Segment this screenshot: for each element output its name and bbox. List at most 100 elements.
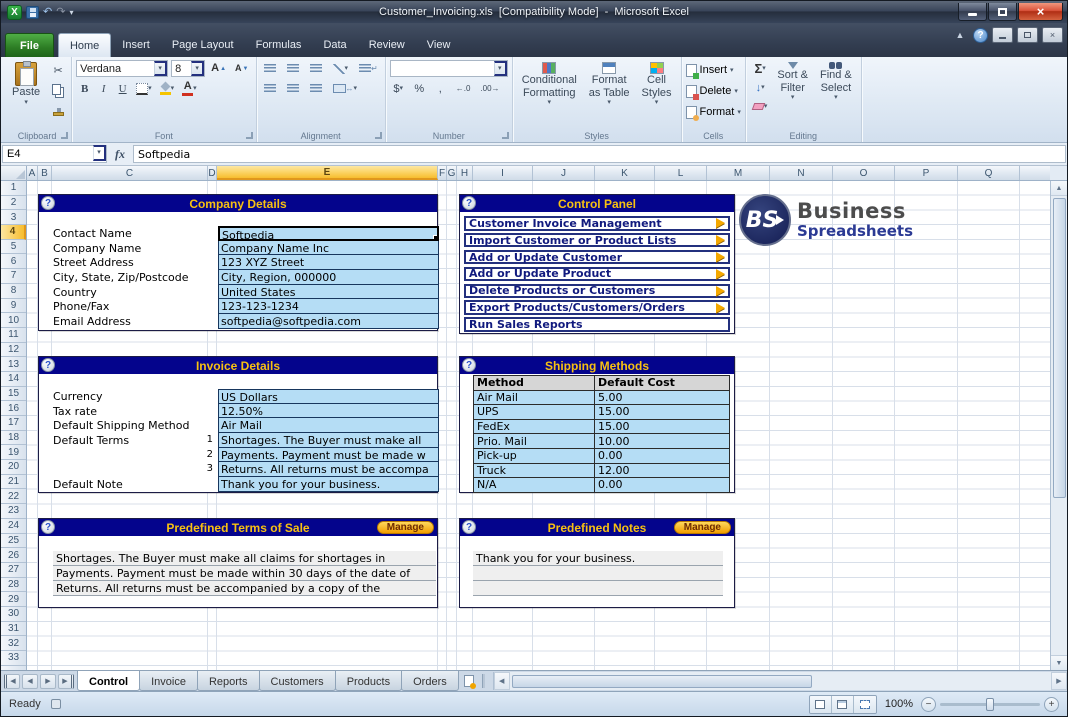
- shrink-font-button[interactable]: A ▼: [232, 60, 251, 77]
- page-break-view-button[interactable]: [853, 695, 876, 713]
- column-header-J[interactable]: J: [533, 166, 595, 180]
- row-header-30[interactable]: 30: [1, 607, 26, 622]
- column-header-M[interactable]: M: [707, 166, 770, 180]
- zoom-slider-thumb[interactable]: [986, 697, 994, 711]
- control-button[interactable]: Customer Invoice Management: [464, 216, 730, 231]
- tab-file[interactable]: File: [5, 33, 54, 57]
- column-header-N[interactable]: N: [770, 166, 833, 180]
- method-cell[interactable]: Air Mail: [473, 389, 595, 406]
- vertical-scroll-thumb[interactable]: [1052, 198, 1066, 498]
- row-header-29[interactable]: 29: [1, 592, 26, 607]
- row-header-4[interactable]: 4: [1, 225, 26, 240]
- row-header-14[interactable]: 14: [1, 372, 26, 387]
- row-header-31[interactable]: 31: [1, 622, 26, 637]
- method-cell[interactable]: N/A: [473, 477, 595, 493]
- tab-data[interactable]: Data: [312, 33, 357, 57]
- first-sheet-icon[interactable]: ◀: [4, 673, 20, 689]
- column-header-I[interactable]: I: [473, 166, 533, 180]
- column-header-C[interactable]: C: [52, 166, 208, 180]
- column-header-B[interactable]: B: [38, 166, 52, 180]
- scroll-right-icon[interactable]: ▶: [1051, 672, 1067, 690]
- column-header-E[interactable]: E: [217, 166, 438, 180]
- cost-cell[interactable]: 12.00: [594, 462, 730, 479]
- row-header-21[interactable]: 21: [1, 475, 26, 490]
- tab-page-layout[interactable]: Page Layout: [161, 33, 245, 57]
- row-header-17[interactable]: 17: [1, 416, 26, 431]
- tab-split-handle[interactable]: [481, 674, 489, 688]
- zoom-out-button[interactable]: −: [921, 696, 936, 712]
- row-header-3[interactable]: 3: [1, 210, 26, 226]
- conditional-formatting-button[interactable]: Conditional Formatting ▾: [517, 60, 582, 108]
- clear-button[interactable]: ▾: [750, 98, 771, 115]
- cost-cell[interactable]: 0.00: [594, 447, 730, 464]
- merge-center-button[interactable]: ↔ ▾: [330, 80, 361, 97]
- note-line[interactable]: [473, 581, 723, 596]
- column-header-Q[interactable]: Q: [958, 166, 1020, 180]
- copy-button[interactable]: [49, 82, 67, 99]
- row-header-28[interactable]: 28: [1, 578, 26, 593]
- customize-qat-icon[interactable]: ▾: [69, 8, 73, 17]
- align-bottom-button[interactable]: [307, 60, 325, 77]
- tab-formulas[interactable]: Formulas: [245, 33, 313, 57]
- wrap-text-button[interactable]: ↵: [356, 60, 381, 77]
- minimize-button[interactable]: [958, 3, 987, 21]
- select-all-corner[interactable]: [1, 166, 27, 181]
- row-header-11[interactable]: 11: [1, 328, 26, 343]
- align-middle-button[interactable]: [284, 60, 302, 77]
- close-button[interactable]: ×: [1018, 3, 1063, 21]
- cut-button[interactable]: ✂: [49, 62, 67, 79]
- column-header-G[interactable]: G: [447, 166, 457, 180]
- number-format-combo[interactable]: ▾: [389, 60, 508, 77]
- column-header-F[interactable]: F: [438, 166, 447, 180]
- sheet-tab-customers[interactable]: Customers: [258, 671, 336, 691]
- cost-cell[interactable]: 5.00: [594, 389, 730, 406]
- orientation-button[interactable]: ▾: [330, 60, 352, 77]
- row-header-8[interactable]: 8: [1, 284, 26, 299]
- accounting-format-button[interactable]: $ ▾: [390, 80, 407, 97]
- column-header-O[interactable]: O: [833, 166, 895, 180]
- sheet-tab-products[interactable]: Products: [334, 671, 403, 691]
- note-line[interactable]: [473, 566, 723, 581]
- method-cell[interactable]: Truck: [473, 462, 595, 479]
- sort-filter-button[interactable]: Sort & Filter ▾: [772, 60, 813, 103]
- excel-app-icon[interactable]: X: [7, 4, 22, 20]
- dialog-launcher-icon[interactable]: [374, 132, 382, 139]
- cell-styles-button[interactable]: Cell Styles ▾: [637, 60, 677, 108]
- manage-notes-button[interactable]: Manage: [673, 521, 731, 534]
- scroll-up-icon[interactable]: ▲: [1051, 181, 1067, 196]
- align-left-button[interactable]: [261, 80, 279, 97]
- method-cell[interactable]: UPS: [473, 404, 595, 420]
- dialog-launcher-icon[interactable]: [61, 132, 69, 139]
- row-header-27[interactable]: 27: [1, 563, 26, 578]
- horizontal-scrollbar[interactable]: ◀ ▶: [492, 672, 1067, 690]
- dialog-launcher-icon[interactable]: [501, 132, 509, 139]
- delete-cells-button[interactable]: Delete ▾: [685, 81, 741, 101]
- method-cell[interactable]: Pick-up: [473, 447, 595, 464]
- tab-view[interactable]: View: [416, 33, 462, 57]
- last-sheet-icon[interactable]: ▶: [58, 673, 74, 689]
- row-header-10[interactable]: 10: [1, 313, 26, 328]
- fill-color-button[interactable]: ▾: [157, 80, 178, 97]
- row-header-26[interactable]: 26: [1, 548, 26, 563]
- undo-icon[interactable]: ↶: [43, 6, 52, 18]
- note-line[interactable]: Thank you for your business.: [473, 551, 723, 566]
- column-header-D[interactable]: D: [208, 166, 217, 180]
- help-icon[interactable]: ?: [41, 520, 55, 534]
- find-select-button[interactable]: Find & Select ▾: [815, 60, 857, 103]
- grow-font-button[interactable]: A ▲: [208, 60, 229, 77]
- insert-worksheet-button[interactable]: [458, 671, 480, 691]
- row-header-1[interactable]: 1: [1, 181, 26, 196]
- format-as-table-button[interactable]: Format as Table ▾: [584, 60, 635, 108]
- workbook-close-button[interactable]: ×: [1042, 27, 1063, 43]
- control-button[interactable]: Import Customer or Product Lists: [464, 232, 730, 248]
- insert-cells-button[interactable]: Insert ▾: [685, 60, 741, 80]
- help-icon[interactable]: ?: [462, 196, 476, 210]
- comma-style-button[interactable]: ,: [432, 80, 449, 97]
- terms-line[interactable]: Returns. All returns must be accompanied…: [53, 581, 436, 596]
- zoom-slider[interactable]: [940, 697, 1040, 711]
- row-header-18[interactable]: 18: [1, 431, 26, 446]
- underline-button[interactable]: U: [114, 80, 131, 97]
- row-header-2[interactable]: 2: [1, 196, 26, 211]
- normal-view-button[interactable]: [809, 695, 832, 713]
- sheet-tab-reports[interactable]: Reports: [196, 671, 260, 691]
